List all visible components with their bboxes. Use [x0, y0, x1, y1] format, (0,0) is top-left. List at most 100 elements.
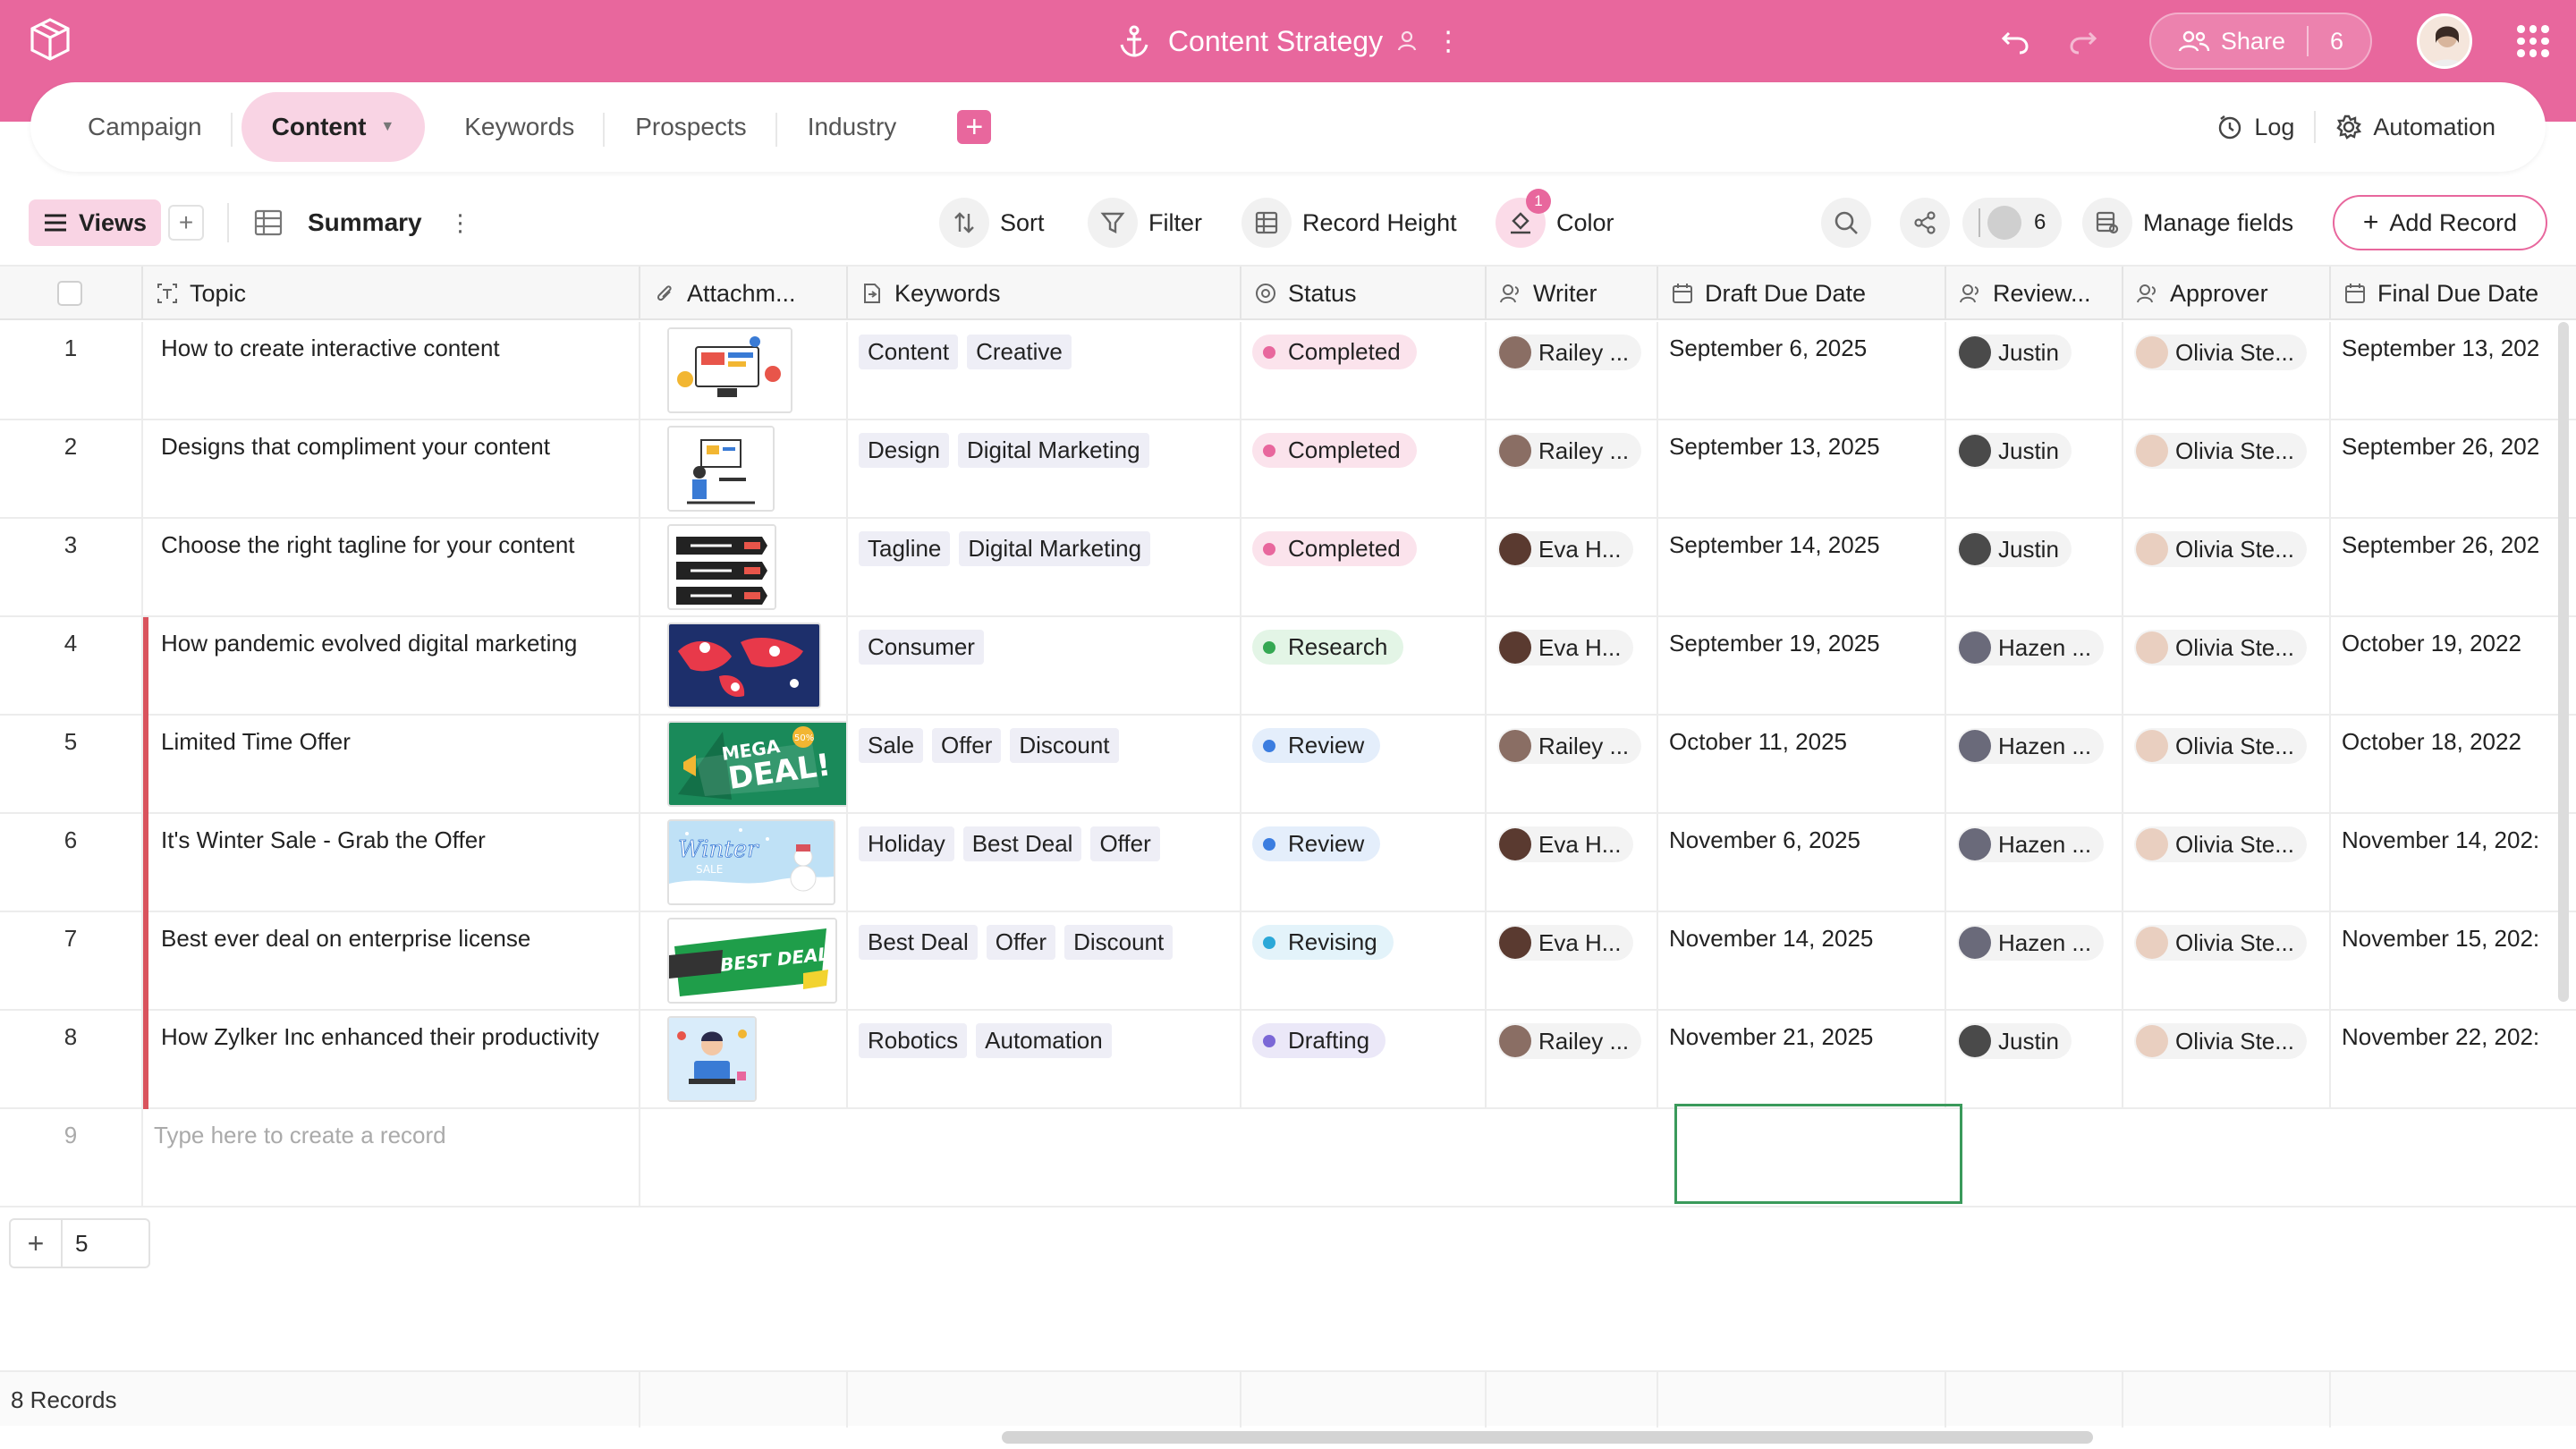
attachment-thumbnail[interactable]: BEST DEALS — [667, 918, 837, 1004]
users-icon[interactable] — [1397, 29, 1422, 54]
attachment-thumbnail[interactable] — [667, 623, 821, 708]
vertical-scrollbar[interactable] — [2558, 322, 2569, 1002]
cell-approver[interactable]: Olivia Ste... — [2123, 519, 2331, 617]
log-button[interactable]: Log — [2197, 114, 2314, 141]
cell-attachment[interactable] — [640, 420, 848, 519]
cell-topic[interactable]: Limited Time Offer — [143, 716, 640, 814]
table-row[interactable]: 5 Limited Time Offer MEGA DEAL! 50% Sale Offer… — [0, 716, 2576, 814]
cell-approver[interactable]: Olivia Ste... — [2123, 1011, 2331, 1109]
cell-approver[interactable]: Olivia Ste... — [2123, 420, 2331, 519]
attachment-thumbnail[interactable] — [667, 327, 792, 413]
cell-status[interactable]: Review — [1241, 716, 1487, 814]
apps-grid-icon[interactable] — [2517, 25, 2549, 57]
cell-status[interactable]: Completed — [1241, 519, 1487, 617]
column-header-draft-due-date[interactable]: Draft Due Date — [1658, 267, 1946, 320]
cell-final-due-date[interactable]: September 13, 202 — [2331, 322, 2558, 420]
cell-reviewer[interactable]: Justin — [1946, 322, 2123, 420]
tab-industry[interactable]: Industry — [777, 82, 928, 172]
column-header-final-due-date[interactable]: Final Due Date — [2331, 267, 2558, 320]
horizontal-scrollbar[interactable] — [1002, 1431, 2093, 1444]
cell-status[interactable]: Revising — [1241, 912, 1487, 1011]
manage-fields-button[interactable]: Manage fields — [2082, 198, 2293, 248]
select-all-checkbox[interactable] — [57, 281, 82, 306]
cell-writer[interactable]: Eva H... — [1487, 814, 1658, 912]
cell-reviewer[interactable]: Hazen ... — [1946, 814, 2123, 912]
add-row-icon[interactable]: + — [11, 1220, 63, 1267]
redo-icon[interactable] — [2065, 23, 2101, 59]
add-view-button[interactable]: + — [168, 205, 204, 241]
cell-topic[interactable]: Best ever deal on enterprise license — [143, 912, 640, 1011]
column-header-writer[interactable]: Writer — [1487, 267, 1658, 320]
add-record-button[interactable]: + Add Record — [2332, 195, 2547, 250]
cell-keywords[interactable]: Content Creative — [848, 322, 1241, 420]
cell-final-due-date[interactable]: October 18, 2022 — [2331, 716, 2558, 814]
attachment-thumbnail[interactable] — [667, 426, 775, 512]
cell-reviewer[interactable]: Hazen ... — [1946, 716, 2123, 814]
table-row[interactable]: 7 Best ever deal on enterprise license BES… — [0, 912, 2576, 1011]
cell-keywords[interactable]: Design Digital Marketing — [848, 420, 1241, 519]
cell-status[interactable]: Review — [1241, 814, 1487, 912]
search-button[interactable] — [1821, 198, 1882, 248]
cell-draft-due-date[interactable]: November 21, 2025 — [1658, 1011, 1946, 1109]
cell-approver[interactable]: Olivia Ste... — [2123, 912, 2331, 1011]
selected-cell[interactable] — [1674, 1104, 1962, 1204]
add-row-count[interactable]: 5 — [63, 1230, 88, 1258]
cell-writer[interactable]: Railey ... — [1487, 322, 1658, 420]
cell-draft-due-date[interactable]: September 19, 2025 — [1658, 617, 1946, 716]
cell-reviewer[interactable]: Justin — [1946, 1011, 2123, 1109]
attachment-thumbnail[interactable] — [667, 524, 776, 610]
cell-writer[interactable]: Eva H... — [1487, 912, 1658, 1011]
cell-attachment[interactable]: Winter SALE — [640, 814, 848, 912]
share-view-button[interactable] — [1900, 198, 1961, 248]
cell-topic[interactable]: How pandemic evolved digital marketing — [143, 617, 640, 716]
new-record-input[interactable]: Type here to create a record — [143, 1109, 640, 1208]
cell-reviewer[interactable]: Hazen ... — [1946, 912, 2123, 1011]
cell-topic[interactable]: How to create interactive content — [143, 322, 640, 420]
cell-approver[interactable]: Olivia Ste... — [2123, 814, 2331, 912]
cell-status[interactable]: Drafting — [1241, 1011, 1487, 1109]
cell-attachment[interactable] — [640, 519, 848, 617]
cell-final-due-date[interactable]: October 19, 2022 — [2331, 617, 2558, 716]
column-header-status[interactable]: Status — [1241, 267, 1487, 320]
user-avatar[interactable] — [2417, 13, 2472, 69]
cell-status[interactable]: Research — [1241, 617, 1487, 716]
cell-writer[interactable]: Eva H... — [1487, 617, 1658, 716]
cell-reviewer[interactable]: Justin — [1946, 519, 2123, 617]
cell-writer[interactable]: Railey ... — [1487, 716, 1658, 814]
column-header-keywords[interactable]: Keywords — [848, 267, 1241, 320]
cell-attachment[interactable]: MEGA DEAL! 50% — [640, 716, 848, 814]
new-record-row[interactable]: 9 Type here to create a record — [0, 1109, 2576, 1208]
add-rows-control[interactable]: + 5 — [9, 1218, 150, 1268]
table-row[interactable]: 2 Designs that compliment your content Des… — [0, 420, 2576, 519]
chevron-down-icon[interactable]: ▼ — [380, 119, 394, 135]
collaborators-button[interactable]: 6 — [1962, 198, 2063, 248]
cell-final-due-date[interactable]: September 26, 202 — [2331, 420, 2558, 519]
cell-approver[interactable]: Olivia Ste... — [2123, 617, 2331, 716]
cell-draft-due-date[interactable]: September 14, 2025 — [1658, 519, 1946, 617]
share-button[interactable]: Share 6 — [2148, 13, 2372, 70]
column-header-reviewer[interactable]: Review... — [1946, 267, 2123, 320]
cell-approver[interactable]: Olivia Ste... — [2123, 322, 2331, 420]
automation-button[interactable]: Automation — [2316, 114, 2515, 141]
table-row[interactable]: 1 How to create interactive content Conten… — [0, 322, 2576, 420]
cell-status[interactable]: Completed — [1241, 420, 1487, 519]
cell-attachment[interactable] — [640, 617, 848, 716]
cell-draft-due-date[interactable]: September 13, 2025 — [1658, 420, 1946, 519]
cell-draft-due-date[interactable]: November 6, 2025 — [1658, 814, 1946, 912]
cell-keywords[interactable]: Holiday Best Deal Offer — [848, 814, 1241, 912]
table-row[interactable]: 8 How Zylker Inc enhanced their productiv… — [0, 1011, 2576, 1109]
tab-prospects[interactable]: Prospects — [605, 82, 777, 172]
cell-reviewer[interactable]: Justin — [1946, 420, 2123, 519]
tab-campaign[interactable]: Campaign — [57, 82, 233, 172]
app-logo-icon[interactable] — [25, 14, 75, 64]
cell-draft-due-date[interactable]: September 6, 2025 — [1658, 322, 1946, 420]
color-button[interactable]: 1 Color — [1496, 189, 1614, 248]
column-header-attachments[interactable]: Attachm... — [640, 267, 848, 320]
cell-writer[interactable]: Eva H... — [1487, 519, 1658, 617]
record-height-button[interactable]: Record Height — [1241, 198, 1457, 248]
cell-status[interactable]: Completed — [1241, 322, 1487, 420]
cell-topic[interactable]: How Zylker Inc enhanced their productivi… — [143, 1011, 640, 1109]
cell-final-due-date[interactable]: November 22, 202: — [2331, 1011, 2558, 1109]
cell-keywords[interactable]: Tagline Digital Marketing — [848, 519, 1241, 617]
views-button[interactable]: Views — [29, 199, 162, 246]
